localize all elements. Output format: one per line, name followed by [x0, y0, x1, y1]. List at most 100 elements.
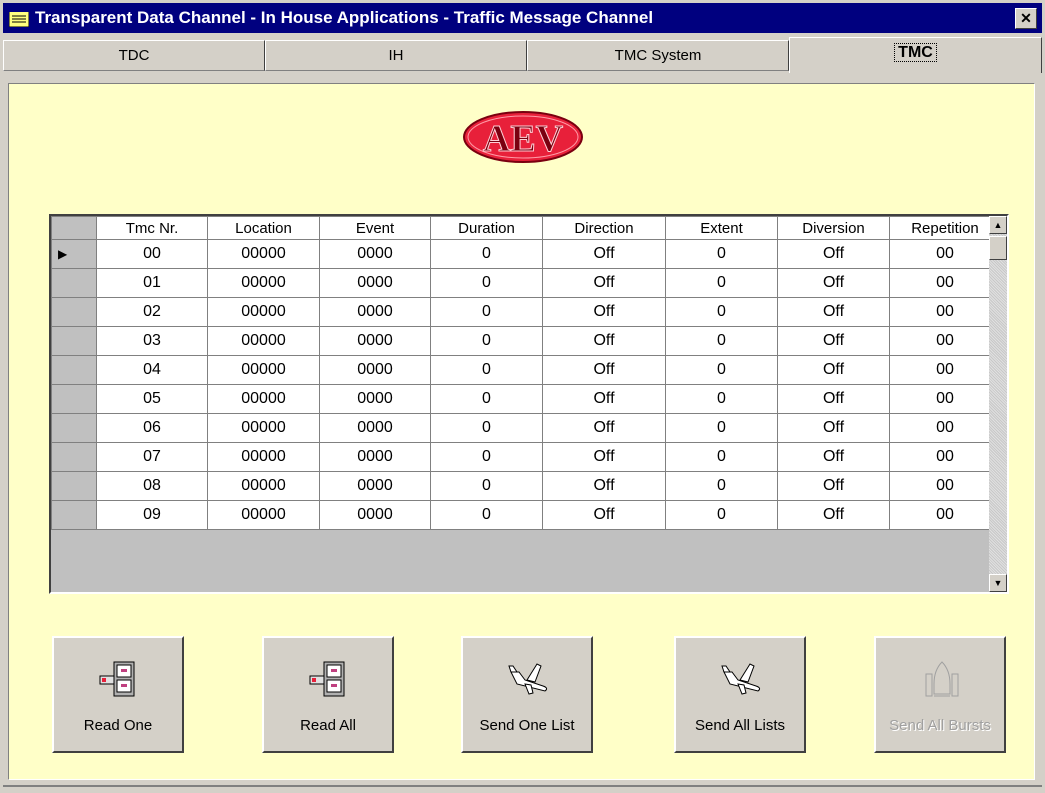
cell[interactable]: Off — [777, 500, 890, 530]
cell[interactable]: 0 — [665, 442, 778, 472]
cell[interactable]: Off — [777, 268, 890, 298]
tab-tmc-system[interactable]: TMC System — [527, 40, 789, 71]
cell[interactable]: 08 — [96, 471, 208, 501]
tab-tmc[interactable]: TMC — [789, 37, 1042, 73]
cell[interactable]: Off — [777, 471, 890, 501]
cell[interactable]: Off — [542, 326, 666, 356]
cell[interactable]: 0 — [665, 355, 778, 385]
send-one-list-button[interactable]: Send One List — [461, 636, 593, 753]
row-indicator[interactable] — [51, 384, 97, 414]
cell[interactable]: 00 — [889, 268, 1001, 298]
cell[interactable]: 0 — [665, 413, 778, 443]
send-all-bursts-button[interactable]: Send All Bursts — [874, 636, 1006, 753]
row-indicator[interactable] — [51, 297, 97, 327]
cell[interactable]: Off — [777, 326, 890, 356]
cell[interactable]: 0 — [430, 442, 543, 472]
cell[interactable]: 0 — [430, 297, 543, 327]
cell[interactable]: 0 — [665, 500, 778, 530]
column-header[interactable]: Direction — [542, 216, 666, 240]
cell[interactable]: 00000 — [207, 326, 320, 356]
cell[interactable]: Off — [777, 355, 890, 385]
column-header[interactable]: Extent — [665, 216, 778, 240]
table-row[interactable]: 07 00000 0000 0 Off 0 Off 00 — [51, 442, 1001, 472]
column-header[interactable]: Repetition — [889, 216, 1001, 240]
table-row[interactable]: 04 00000 0000 0 Off 0 Off 00 — [51, 355, 1001, 385]
scroll-up-button[interactable]: ▲ — [989, 216, 1007, 234]
cell[interactable]: 00 — [889, 239, 1001, 269]
cell[interactable]: Off — [542, 500, 666, 530]
cell[interactable]: 00000 — [207, 442, 320, 472]
vertical-scrollbar[interactable]: ▲ ▼ — [989, 216, 1007, 592]
cell[interactable]: 0 — [430, 413, 543, 443]
read-one-button[interactable]: Read One — [52, 636, 184, 753]
cell[interactable]: 00000 — [207, 268, 320, 298]
cell[interactable]: Off — [777, 442, 890, 472]
cell[interactable]: 0 — [665, 471, 778, 501]
cell[interactable]: 00000 — [207, 355, 320, 385]
cell[interactable]: 00 — [889, 500, 1001, 530]
row-indicator[interactable] — [51, 326, 97, 356]
cell[interactable]: 00000 — [207, 297, 320, 327]
cell[interactable]: 00000 — [207, 239, 320, 269]
cell[interactable]: 00 — [889, 384, 1001, 414]
cell[interactable]: 0 — [665, 326, 778, 356]
table-row[interactable]: 09 00000 0000 0 Off 0 Off 00 — [51, 500, 1001, 530]
cell[interactable]: Off — [542, 239, 666, 269]
cell[interactable]: 00000 — [207, 413, 320, 443]
cell[interactable]: 00000 — [207, 471, 320, 501]
cell[interactable]: 0000 — [319, 413, 431, 443]
cell[interactable]: 0000 — [319, 268, 431, 298]
cell[interactable]: 00 — [889, 442, 1001, 472]
cell[interactable]: 0 — [430, 268, 543, 298]
cell[interactable]: 0 — [430, 384, 543, 414]
cell[interactable]: 0 — [430, 500, 543, 530]
cell[interactable]: 00000 — [207, 384, 320, 414]
table-row[interactable]: 03 00000 0000 0 Off 0 Off 00 — [51, 326, 1001, 356]
cell[interactable]: 0 — [665, 239, 778, 269]
cell[interactable]: 03 — [96, 326, 208, 356]
cell[interactable]: Off — [542, 413, 666, 443]
cell[interactable]: Off — [542, 297, 666, 327]
cell[interactable]: 00 — [889, 297, 1001, 327]
table-row[interactable]: 08 00000 0000 0 Off 0 Off 00 — [51, 471, 1001, 501]
cell[interactable]: 0 — [665, 297, 778, 327]
row-indicator[interactable] — [51, 471, 97, 501]
row-indicator[interactable] — [51, 500, 97, 530]
column-header[interactable]: Diversion — [777, 216, 890, 240]
cell[interactable]: 00 — [889, 413, 1001, 443]
cell[interactable]: 00 — [96, 239, 208, 269]
row-indicator[interactable] — [51, 268, 97, 298]
cell[interactable]: Off — [542, 355, 666, 385]
cell[interactable]: 0000 — [319, 297, 431, 327]
cell[interactable]: Off — [542, 268, 666, 298]
cell[interactable]: 00 — [889, 471, 1001, 501]
column-header[interactable]: Tmc Nr. — [96, 216, 208, 240]
row-indicator[interactable] — [51, 355, 97, 385]
cell[interactable]: Off — [542, 442, 666, 472]
column-header[interactable]: Location — [207, 216, 320, 240]
cell[interactable]: 04 — [96, 355, 208, 385]
cell[interactable]: 09 — [96, 500, 208, 530]
table-row[interactable]: 05 00000 0000 0 Off 0 Off 00 — [51, 384, 1001, 414]
send-all-lists-button[interactable]: Send All Lists — [674, 636, 806, 753]
cell[interactable]: 0000 — [319, 239, 431, 269]
scroll-down-button[interactable]: ▼ — [989, 574, 1007, 592]
cell[interactable]: Off — [542, 471, 666, 501]
read-all-button[interactable]: Read All — [262, 636, 394, 753]
tab-tdc[interactable]: TDC — [3, 40, 265, 71]
table-row[interactable]: ▶ 00 00000 0000 0 Off 0 Off 00 — [51, 239, 1001, 269]
cell[interactable]: Off — [777, 413, 890, 443]
cell[interactable]: 0 — [665, 268, 778, 298]
table-row[interactable]: 02 00000 0000 0 Off 0 Off 00 — [51, 297, 1001, 327]
column-header[interactable]: Event — [319, 216, 431, 240]
cell[interactable]: Off — [542, 384, 666, 414]
table-row[interactable]: 01 00000 0000 0 Off 0 Off 00 — [51, 268, 1001, 298]
cell[interactable]: 0 — [665, 384, 778, 414]
close-button[interactable]: ✕ — [1015, 8, 1037, 29]
cell[interactable]: 0 — [430, 239, 543, 269]
cell[interactable]: 00 — [889, 355, 1001, 385]
cell[interactable]: 0000 — [319, 500, 431, 530]
cell[interactable]: 00 — [889, 326, 1001, 356]
cell[interactable]: 00000 — [207, 500, 320, 530]
tmc-message-grid[interactable]: Tmc Nr. Location Event Duration Directio… — [49, 214, 1009, 594]
